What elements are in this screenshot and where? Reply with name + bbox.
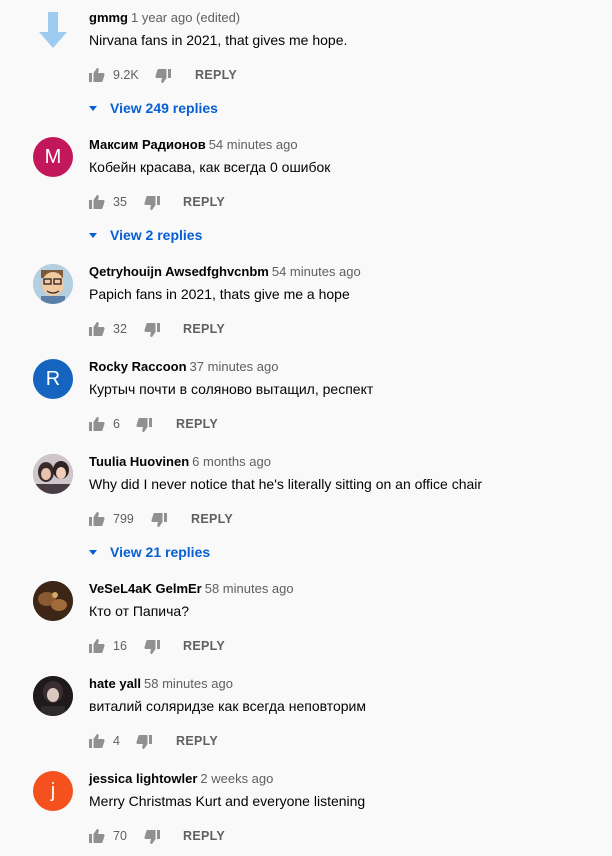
comment-text: Merry Christmas Kurt and everyone listen… [89,793,366,809]
like-count: 9.2K [113,68,139,82]
dislike-icon[interactable] [136,417,152,433]
comment-text: Кобейн красава, как всегда 0 ошибок [89,159,331,175]
comment-time[interactable]: 58 minutes ago [205,581,294,596]
comment-actions: 4 REPLY [89,729,489,753]
comment-author[interactable]: jessica lightowler [89,771,197,786]
avatar[interactable] [33,454,73,494]
reply-button[interactable]: REPLY [183,638,225,654]
avatar-letter: R [45,367,61,390]
like-icon[interactable] [89,733,105,749]
avatar[interactable] [33,264,73,304]
comment-time[interactable]: 58 minutes ago [144,676,233,691]
photo-avatar-icon [33,581,73,621]
view-replies-label: View 249 replies [110,100,218,116]
comment-time[interactable]: 2 weeks ago [200,771,273,786]
comment-actions: 32 REPLY [89,317,489,341]
caret-down-icon [89,106,97,111]
like-icon[interactable] [89,828,105,844]
comment-actions: 35 REPLY [89,190,489,214]
dislike-icon[interactable] [151,512,167,528]
avatar[interactable] [33,581,73,621]
comment-text: Кто от Папича? [89,603,189,619]
comment-time[interactable]: 6 months ago [192,454,271,469]
like-count: 16 [113,639,127,653]
like-icon[interactable] [89,67,105,83]
view-replies-label: View 21 replies [110,544,211,560]
like-count: 70 [113,829,127,843]
comment-author[interactable]: Tuulia Huovinen [89,454,189,469]
comment-header: Максим Радионов 54 minutes ago [89,137,298,153]
reply-button[interactable]: REPLY [183,321,225,337]
dislike-icon[interactable] [144,322,160,338]
comment-text: Papich fans in 2021, thats give me a hop… [89,286,350,302]
like-count: 4 [113,734,120,748]
comment-header: Qetryhouijn Awsedfghvcnbm 54 minutes ago [89,264,361,280]
comment-text: Why did I never notice that he's literal… [89,476,483,492]
dislike-icon[interactable] [144,829,160,845]
like-icon[interactable] [89,416,105,432]
like-count: 32 [113,322,127,336]
comment-author[interactable]: Qetryhouijn Awsedfghvcnbm [89,264,269,279]
dislike-icon[interactable] [136,734,152,750]
avatar[interactable] [33,10,73,50]
comment-author[interactable]: VeSeL4aK GelmEr [89,581,202,596]
arrow-down-icon [39,12,67,48]
comment-header: hate yall 58 minutes ago [89,676,233,692]
comment-actions: 799 REPLY [89,507,489,531]
comment-header: gmmg 1 year ago (edited) [89,10,240,26]
comment-actions: 6 REPLY [89,412,489,436]
avatar[interactable] [33,676,73,716]
comment-author[interactable]: Rocky Raccoon [89,359,187,374]
dislike-icon[interactable] [144,195,160,211]
comment-author[interactable]: Максим Радионов [89,137,206,152]
comment-author[interactable]: gmmg [89,10,128,25]
caret-down-icon [89,233,97,238]
like-icon[interactable] [89,511,105,527]
like-icon[interactable] [89,638,105,654]
comment-time[interactable]: 54 minutes ago [272,264,361,279]
comment-header: VeSeL4aK GelmEr 58 minutes ago [89,581,294,597]
view-replies-label: View 2 replies [110,227,203,243]
caret-down-icon [89,550,97,555]
view-replies-button[interactable]: View 2 replies [88,225,202,245]
comment-text: Nirvana fans in 2021, that gives me hope… [89,32,348,48]
comment-header: Rocky Raccoon 37 minutes ago [89,359,278,375]
reply-button[interactable]: REPLY [176,416,218,432]
avatar[interactable]: j [33,771,73,811]
avatar[interactable]: М [33,137,73,177]
cartoon-face-icon [33,264,73,304]
comment-actions: 70 REPLY [89,824,489,848]
photo-avatar-icon [33,676,73,716]
comment-text: Куртыч почти в соляново вытащил, респект [89,381,374,397]
comment-time[interactable]: 54 minutes ago [209,137,298,152]
reply-button[interactable]: REPLY [183,828,225,844]
dislike-icon[interactable] [155,68,171,84]
comment-header: jessica lightowler 2 weeks ago [89,771,273,787]
view-replies-button[interactable]: View 21 replies [88,542,210,562]
dislike-icon[interactable] [144,639,160,655]
comment-header: Tuulia Huovinen 6 months ago [89,454,271,470]
like-count: 6 [113,417,120,431]
comment-actions: 16 REPLY [89,634,489,658]
photo-avatar-icon [33,454,73,494]
avatar-letter: М [44,145,62,168]
comment-time[interactable]: 37 minutes ago [190,359,279,374]
like-count: 799 [113,512,134,526]
comment-author[interactable]: hate yall [89,676,141,691]
like-icon[interactable] [89,194,105,210]
view-replies-button[interactable]: View 249 replies [88,98,218,118]
comment-text: виталий соляридзе как всегда неповторим [89,698,367,714]
reply-button[interactable]: REPLY [183,194,225,210]
like-icon[interactable] [89,321,105,337]
reply-button[interactable]: REPLY [176,733,218,749]
like-count: 35 [113,195,127,209]
comment-time[interactable]: 1 year ago (edited) [131,10,240,25]
avatar[interactable]: R [33,359,73,399]
reply-button[interactable]: REPLY [191,511,233,527]
reply-button[interactable]: REPLY [195,67,237,83]
comment-actions: 9.2K REPLY [89,63,489,87]
avatar-letter: j [50,779,56,802]
